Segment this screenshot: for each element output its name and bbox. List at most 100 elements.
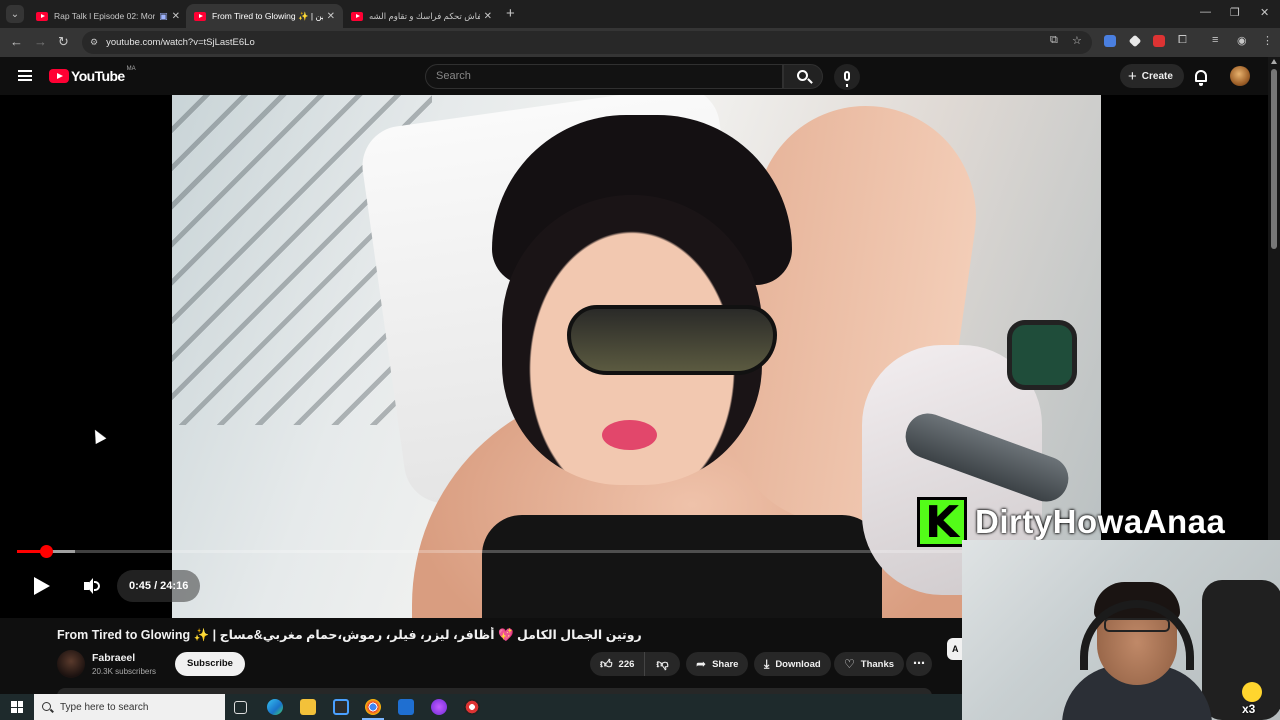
tab-title: Rap Talk l Episode 02: Morp bbox=[54, 11, 156, 21]
more-actions-icon[interactable]: ⋯ bbox=[906, 652, 932, 676]
chrome-browser-icon[interactable] bbox=[365, 699, 381, 715]
browser-tab-2-active[interactable]: From Tired to Glowing ✨ | روتين ✕ bbox=[186, 4, 343, 28]
windows-taskbar: Type here to search bbox=[0, 694, 962, 720]
install-app-icon[interactable]: ⧉ bbox=[1050, 34, 1058, 47]
reload-icon[interactable]: ↻ bbox=[58, 34, 69, 50]
youtube-masthead: YouTube MA Search + Create bbox=[0, 57, 1280, 95]
diamond-extension-icon[interactable] bbox=[1128, 34, 1142, 48]
tab-search-menu-button[interactable]: ⌄ bbox=[6, 5, 24, 23]
video-title: From Tired to Glowing ✨ | روتين الجمال ا… bbox=[57, 628, 642, 642]
create-label: Create bbox=[1141, 70, 1173, 82]
browser-tab-3[interactable]: كيفاش تحكم فراسك و تقاوم الشه ✕ bbox=[343, 4, 500, 28]
dislike-button[interactable]: 👎︎ bbox=[645, 652, 679, 676]
browser-tab-1[interactable]: Rap Talk l Episode 02: Morp ▣ ✕ bbox=[28, 4, 188, 28]
taskbar-search-placeholder: Type here to search bbox=[60, 701, 149, 713]
like-count: 226 bbox=[618, 658, 635, 670]
task-view-icon[interactable] bbox=[234, 701, 247, 714]
video-scene-lips bbox=[602, 420, 657, 450]
site-info-icon[interactable]: ⚙ bbox=[90, 37, 98, 48]
scroll-up-icon[interactable] bbox=[1271, 59, 1277, 64]
laughing-emoji-icon bbox=[1242, 682, 1262, 702]
minimize-icon[interactable]: — bbox=[1200, 6, 1211, 18]
sidebar-chip-peek[interactable]: A bbox=[947, 638, 963, 660]
youtube-favicon-icon bbox=[351, 11, 363, 21]
guide-menu-icon[interactable] bbox=[18, 70, 32, 81]
volume-icon[interactable] bbox=[84, 578, 100, 594]
new-tab-icon[interactable]: + bbox=[506, 5, 515, 22]
youtube-wordmark: YouTube bbox=[71, 68, 125, 84]
subscriber-count: 20.3K subscribers bbox=[92, 667, 157, 676]
search-button[interactable] bbox=[783, 64, 823, 89]
browser-tab-strip: ⌄ Rap Talk l Episode 02: Morp ▣ ✕ From T… bbox=[0, 0, 1280, 28]
taskbar-search-icon bbox=[42, 702, 51, 711]
restore-icon[interactable]: ❐ bbox=[1230, 6, 1240, 19]
search-input[interactable]: Search bbox=[425, 64, 783, 89]
watermark-text: DirtyHowaAnaa bbox=[975, 503, 1226, 540]
video-scene-protective-glasses bbox=[567, 305, 777, 375]
like-button[interactable]: 👍︎ 226 bbox=[590, 652, 646, 676]
close-tab-icon[interactable]: ✕ bbox=[484, 11, 492, 22]
messenger-app-icon[interactable] bbox=[431, 699, 447, 715]
download-button[interactable]: ⤓ Download bbox=[754, 652, 831, 676]
microsoft-store-icon[interactable] bbox=[333, 699, 349, 715]
forward-icon[interactable]: → bbox=[34, 34, 47, 49]
obs-studio-icon[interactable] bbox=[464, 699, 480, 715]
file-explorer-icon[interactable] bbox=[300, 699, 316, 715]
back-icon[interactable]: ← bbox=[10, 34, 23, 49]
red-extension-icon[interactable] bbox=[1153, 35, 1165, 47]
channel-name[interactable]: Fabraeel bbox=[92, 652, 135, 664]
translate-extension-icon[interactable] bbox=[1104, 35, 1116, 47]
plus-icon: + bbox=[1128, 67, 1137, 85]
taskbar-search-input[interactable]: Type here to search bbox=[34, 694, 225, 720]
profile-icon[interactable]: ◉ bbox=[1237, 34, 1247, 47]
close-tab-icon[interactable]: ✕ bbox=[327, 11, 335, 22]
channel-avatar[interactable] bbox=[57, 650, 85, 678]
browser-menu-icon[interactable]: ⋮ bbox=[1262, 34, 1273, 47]
download-icon: ⤓ bbox=[764, 656, 770, 671]
address-bar[interactable]: ⚙ youtube.com/watch?v=tSjLastE6Lo bbox=[82, 31, 1092, 54]
share-button[interactable]: ➦ Share bbox=[686, 652, 749, 676]
windows-start-icon[interactable] bbox=[11, 701, 23, 713]
play-icon[interactable] bbox=[34, 577, 50, 595]
streamer-webcam-overlay: x3 bbox=[962, 540, 1280, 720]
close-window-icon[interactable]: ✕ bbox=[1260, 6, 1269, 19]
video-scene-black-top bbox=[482, 515, 882, 618]
scrollbar-thumb[interactable] bbox=[1271, 69, 1277, 249]
thanks-button[interactable]: ♡ Thanks bbox=[834, 652, 905, 676]
kick-logo-icon: K bbox=[917, 497, 967, 548]
edge-browser-icon[interactable] bbox=[267, 699, 283, 715]
microphone-icon bbox=[844, 71, 850, 87]
share-label: Share bbox=[712, 658, 739, 670]
sound-wave-shape bbox=[94, 581, 100, 591]
video-scene-smartwatch bbox=[1007, 320, 1077, 390]
speaker-shape bbox=[84, 578, 93, 594]
thanks-heart-icon: ♡ bbox=[844, 657, 855, 671]
create-button[interactable]: + Create bbox=[1120, 64, 1184, 88]
media-controls-icon[interactable]: ≡ bbox=[1212, 34, 1218, 46]
emoji-multiplier: x3 bbox=[1242, 702, 1256, 716]
youtube-favicon-icon bbox=[194, 11, 206, 21]
progress-bar[interactable] bbox=[17, 545, 962, 558]
youtube-logo[interactable]: YouTube MA bbox=[49, 66, 136, 84]
account-avatar[interactable] bbox=[1230, 66, 1250, 86]
download-label: Download bbox=[775, 658, 821, 670]
tab-title: كيفاش تحكم فراسك و تقاوم الشه bbox=[369, 10, 480, 21]
tab-title: From Tired to Glowing ✨ | روتين bbox=[212, 10, 323, 21]
youtube-favicon-icon bbox=[36, 11, 48, 21]
youtube-play-logo-icon bbox=[49, 69, 69, 83]
thumbs-up-icon: 👍︎ bbox=[600, 656, 613, 671]
notifications-bell-icon[interactable] bbox=[1195, 70, 1207, 86]
picture-in-picture-icon: ▣ bbox=[159, 10, 168, 21]
thanks-label: Thanks bbox=[860, 658, 895, 670]
webcam-gaming-chair bbox=[1202, 580, 1280, 720]
url-text: youtube.com/watch?v=tSjLastE6Lo bbox=[106, 37, 255, 48]
time-display: 0:45 / 24:16 bbox=[117, 570, 201, 602]
country-code: MA bbox=[126, 66, 136, 72]
outlook-icon[interactable] bbox=[398, 699, 414, 715]
bookmark-star-icon[interactable]: ☆ bbox=[1072, 34, 1082, 47]
share-arrow-icon: ➦ bbox=[696, 657, 707, 671]
close-tab-icon[interactable]: ✕ bbox=[172, 11, 180, 22]
extensions-puzzle-icon[interactable]: ⧠ bbox=[1178, 34, 1187, 47]
subscribe-button[interactable]: Subscribe bbox=[175, 652, 245, 676]
voice-search-button[interactable] bbox=[834, 64, 860, 90]
